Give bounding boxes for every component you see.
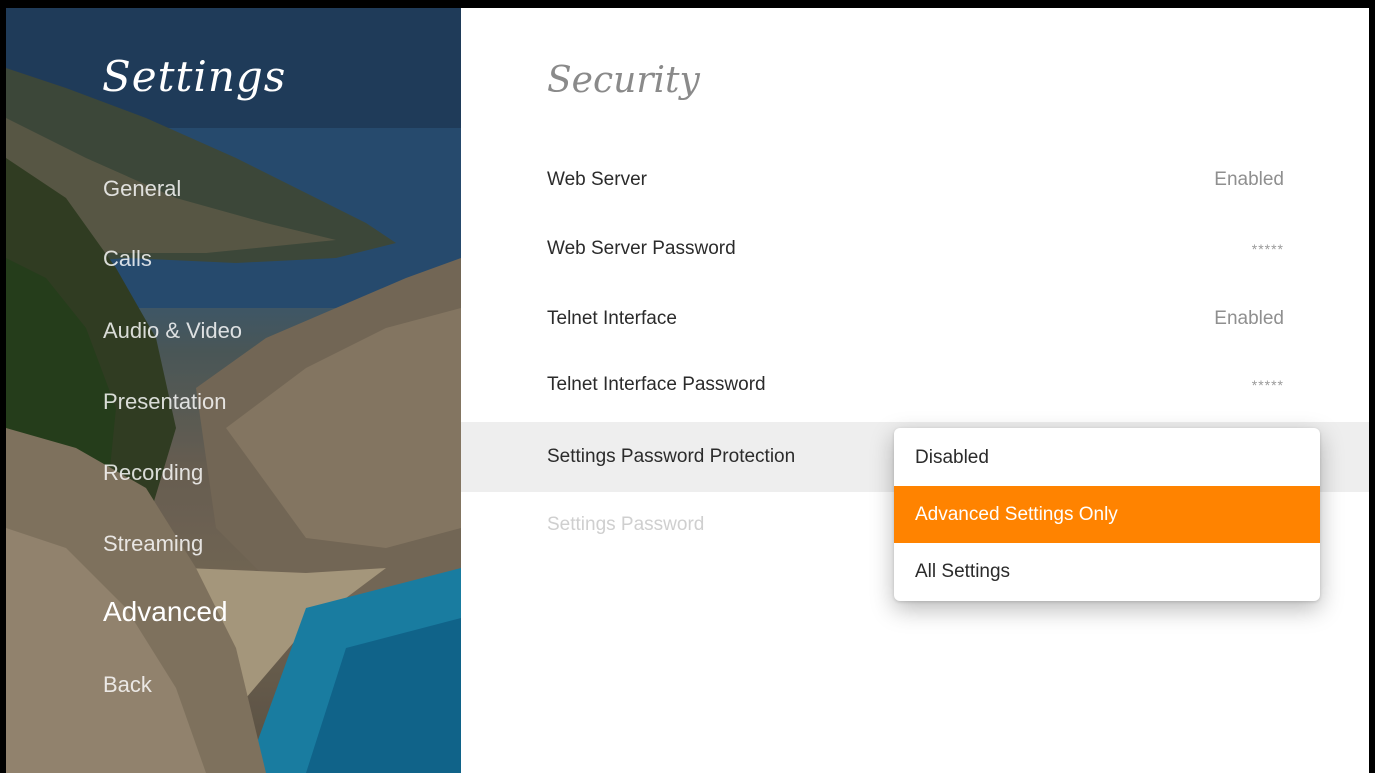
option-label: All Settings bbox=[915, 560, 1011, 582]
nav-item-recording[interactable]: Recording bbox=[103, 460, 203, 486]
row-telnet-interface[interactable]: Telnet Interface Enabled bbox=[461, 284, 1369, 354]
row-label: Web Server Password bbox=[547, 238, 736, 259]
nav-item-presentation[interactable]: Presentation bbox=[103, 389, 227, 415]
dropdown-option-advanced-settings-only[interactable]: Advanced Settings Only bbox=[894, 486, 1320, 543]
sidebar-title: Settings bbox=[102, 52, 287, 101]
dropdown-option-disabled[interactable]: Disabled bbox=[894, 429, 1320, 486]
row-web-server-password[interactable]: Web Server Password ***** bbox=[461, 214, 1369, 284]
row-value: ***** bbox=[1251, 241, 1284, 257]
section-title: Security bbox=[547, 60, 700, 101]
nav-item-calls[interactable]: Calls bbox=[103, 246, 152, 272]
option-label: Disabled bbox=[915, 446, 989, 468]
security-panel: Security Web Server Enabled Web Server P… bbox=[461, 8, 1369, 773]
nav-item-back[interactable]: Back bbox=[103, 672, 152, 698]
dropdown-option-all-settings[interactable]: All Settings bbox=[894, 543, 1320, 600]
row-label: Telnet Interface Password bbox=[547, 374, 766, 395]
row-value: Enabled bbox=[1214, 308, 1284, 329]
row-telnet-interface-password[interactable]: Telnet Interface Password ***** bbox=[461, 350, 1369, 420]
row-value: ***** bbox=[1251, 377, 1284, 393]
row-label: Web Server bbox=[547, 169, 647, 190]
nav-item-audio-video[interactable]: Audio & Video bbox=[103, 318, 242, 344]
nav-item-streaming[interactable]: Streaming bbox=[103, 531, 203, 557]
row-label: Settings Password bbox=[547, 514, 705, 535]
row-web-server[interactable]: Web Server Enabled bbox=[461, 145, 1369, 215]
sidebar-overlay bbox=[6, 8, 461, 773]
nav-item-general[interactable]: General bbox=[103, 176, 181, 202]
row-label: Telnet Interface bbox=[547, 308, 677, 329]
password-protection-dropdown: Disabled Advanced Settings Only All Sett… bbox=[894, 428, 1320, 601]
sidebar: Settings General Calls Audio & Video Pre… bbox=[6, 8, 461, 773]
settings-window: Settings General Calls Audio & Video Pre… bbox=[6, 8, 1369, 773]
row-label: Settings Password Protection bbox=[547, 446, 796, 467]
option-label: Advanced Settings Only bbox=[915, 503, 1118, 525]
nav-item-advanced[interactable]: Advanced bbox=[103, 596, 228, 628]
row-value: Enabled bbox=[1214, 169, 1284, 190]
